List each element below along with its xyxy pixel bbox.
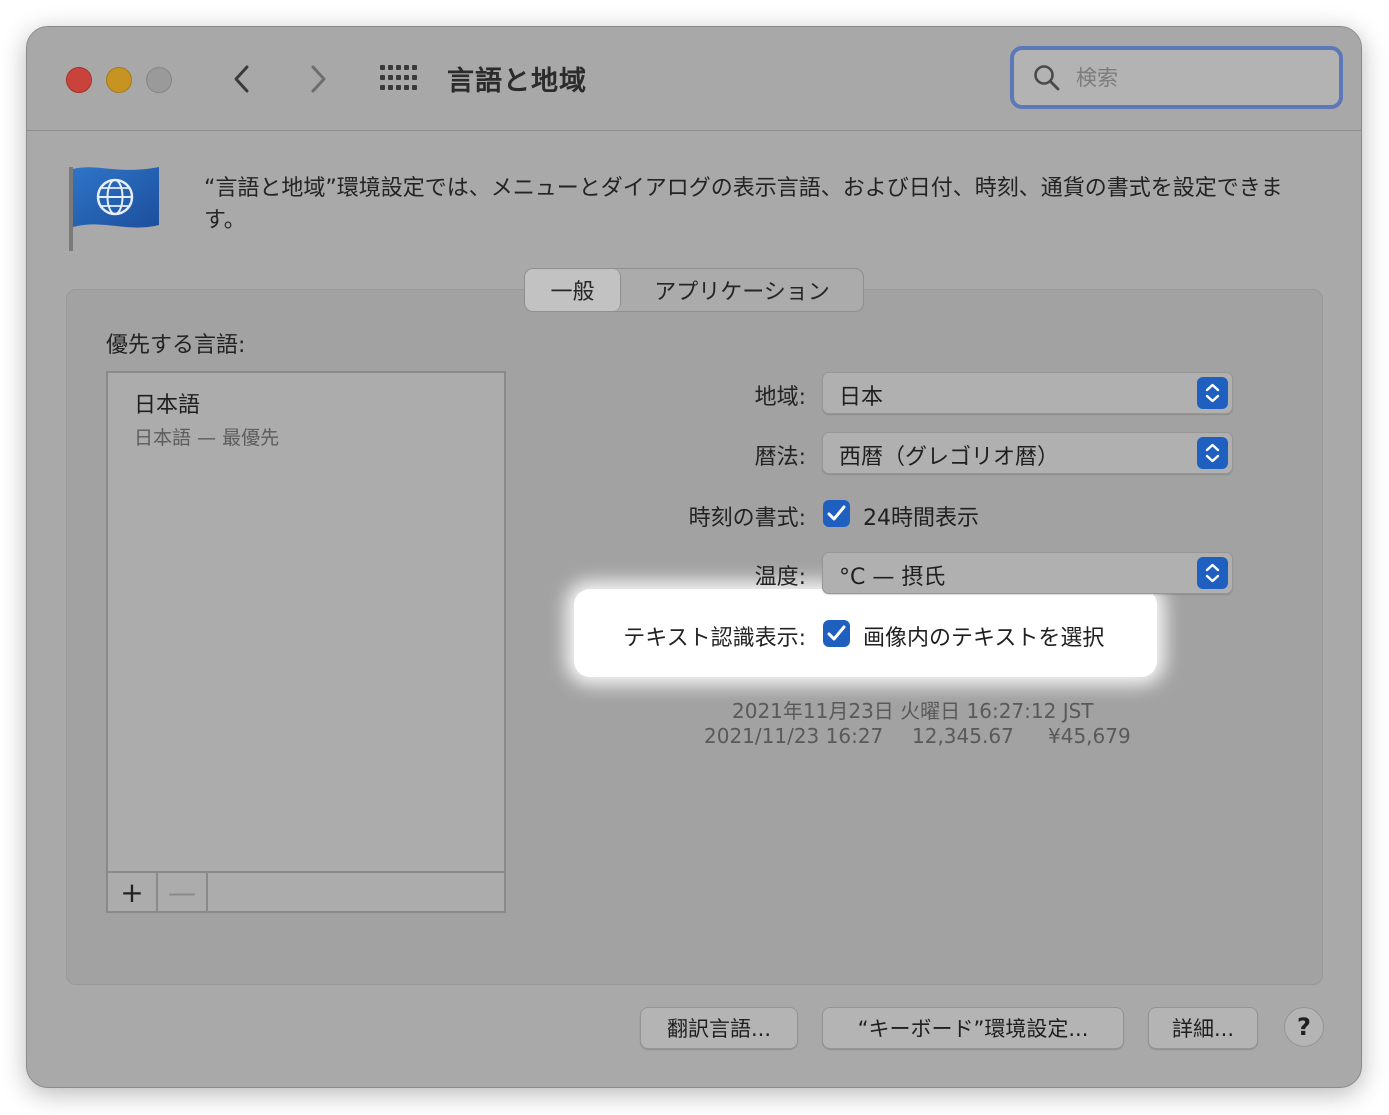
live-text-check-label[interactable]: 画像内のテキストを選択 bbox=[863, 620, 1104, 652]
back-button[interactable] bbox=[223, 59, 263, 99]
preferences-window: 言語と地域 “言語と地域”環境設定では、メニューとダイアログの表示言語、および日… bbox=[26, 26, 1362, 1088]
language-subtitle: 日本語 — 最優先 bbox=[134, 427, 280, 449]
checkmark-icon bbox=[827, 505, 846, 521]
24-hour-label[interactable]: 24時間表示 bbox=[863, 500, 979, 532]
live-text-checkbox[interactable] bbox=[823, 620, 850, 647]
region-label: 地域: bbox=[754, 385, 806, 410]
search-icon bbox=[1034, 65, 1060, 91]
calendar-value: 西暦（グレゴリオ暦） bbox=[839, 445, 1060, 470]
preferred-languages-list[interactable]: 日本語 日本語 — 最優先 + — bbox=[106, 371, 506, 913]
advanced-button[interactable]: 詳細... bbox=[1148, 1007, 1258, 1049]
show-all-button[interactable] bbox=[377, 63, 417, 93]
tab-applications[interactable]: アプリケーション bbox=[621, 269, 863, 311]
sample-currency: ¥45,679 bbox=[1048, 724, 1131, 748]
up-down-arrows-icon bbox=[1197, 437, 1228, 469]
sample-long-date: 2021年11月23日 火曜日 16:27:12 JST bbox=[732, 699, 1094, 723]
checkmark-icon bbox=[827, 625, 846, 641]
chevron-right-icon bbox=[311, 65, 326, 93]
sample-number: 12,345.67 bbox=[912, 724, 1014, 748]
search-input[interactable] bbox=[1076, 60, 1326, 96]
list-footer: + — bbox=[108, 871, 504, 911]
temperature-value: °C — 摂氏 bbox=[839, 565, 946, 590]
keyboard-preferences-button[interactable]: “キーボード”環境設定... bbox=[822, 1007, 1124, 1049]
temperature-popup[interactable]: °C — 摂氏 bbox=[822, 552, 1233, 594]
minimize-window-button[interactable] bbox=[106, 67, 132, 93]
titlebar: 言語と地域 bbox=[27, 27, 1361, 131]
search-field[interactable] bbox=[1010, 46, 1343, 109]
sample-short-date: 2021/11/23 16:27 bbox=[704, 724, 884, 748]
tab-general[interactable]: 一般 bbox=[525, 269, 621, 311]
temperature-label: 温度: bbox=[754, 565, 806, 590]
grid-icon bbox=[380, 65, 417, 90]
window-title: 言語と地域 bbox=[447, 66, 587, 97]
globe-flag-icon bbox=[69, 167, 159, 251]
region-value: 日本 bbox=[839, 385, 884, 410]
translation-languages-button[interactable]: 翻訳言語... bbox=[640, 1007, 798, 1049]
add-language-button[interactable]: + bbox=[108, 873, 158, 911]
zoom-window-button bbox=[146, 67, 172, 93]
close-window-button[interactable] bbox=[66, 67, 92, 93]
forward-button[interactable] bbox=[297, 59, 337, 99]
24-hour-checkbox[interactable] bbox=[823, 500, 850, 527]
up-down-arrows-icon bbox=[1197, 557, 1228, 589]
tab-bar: 一般 アプリケーション bbox=[524, 268, 864, 312]
up-down-arrows-icon bbox=[1197, 377, 1228, 409]
calendar-label: 暦法: bbox=[754, 445, 806, 470]
calendar-popup[interactable]: 西暦（グレゴリオ暦） bbox=[822, 432, 1233, 474]
time-format-label: 時刻の書式: bbox=[688, 506, 806, 531]
remove-language-button: — bbox=[158, 873, 208, 911]
pane-description: “言語と地域”環境設定では、メニューとダイアログの表示言語、および日付、時刻、通… bbox=[204, 176, 1283, 233]
preferred-languages-label: 優先する言語: bbox=[106, 333, 246, 358]
chevron-left-icon bbox=[234, 65, 249, 93]
help-button[interactable]: ? bbox=[1284, 1007, 1324, 1047]
live-text-label: テキスト認識表示: bbox=[623, 626, 806, 651]
region-popup[interactable]: 日本 bbox=[822, 372, 1233, 414]
language-name: 日本語 bbox=[134, 393, 201, 418]
